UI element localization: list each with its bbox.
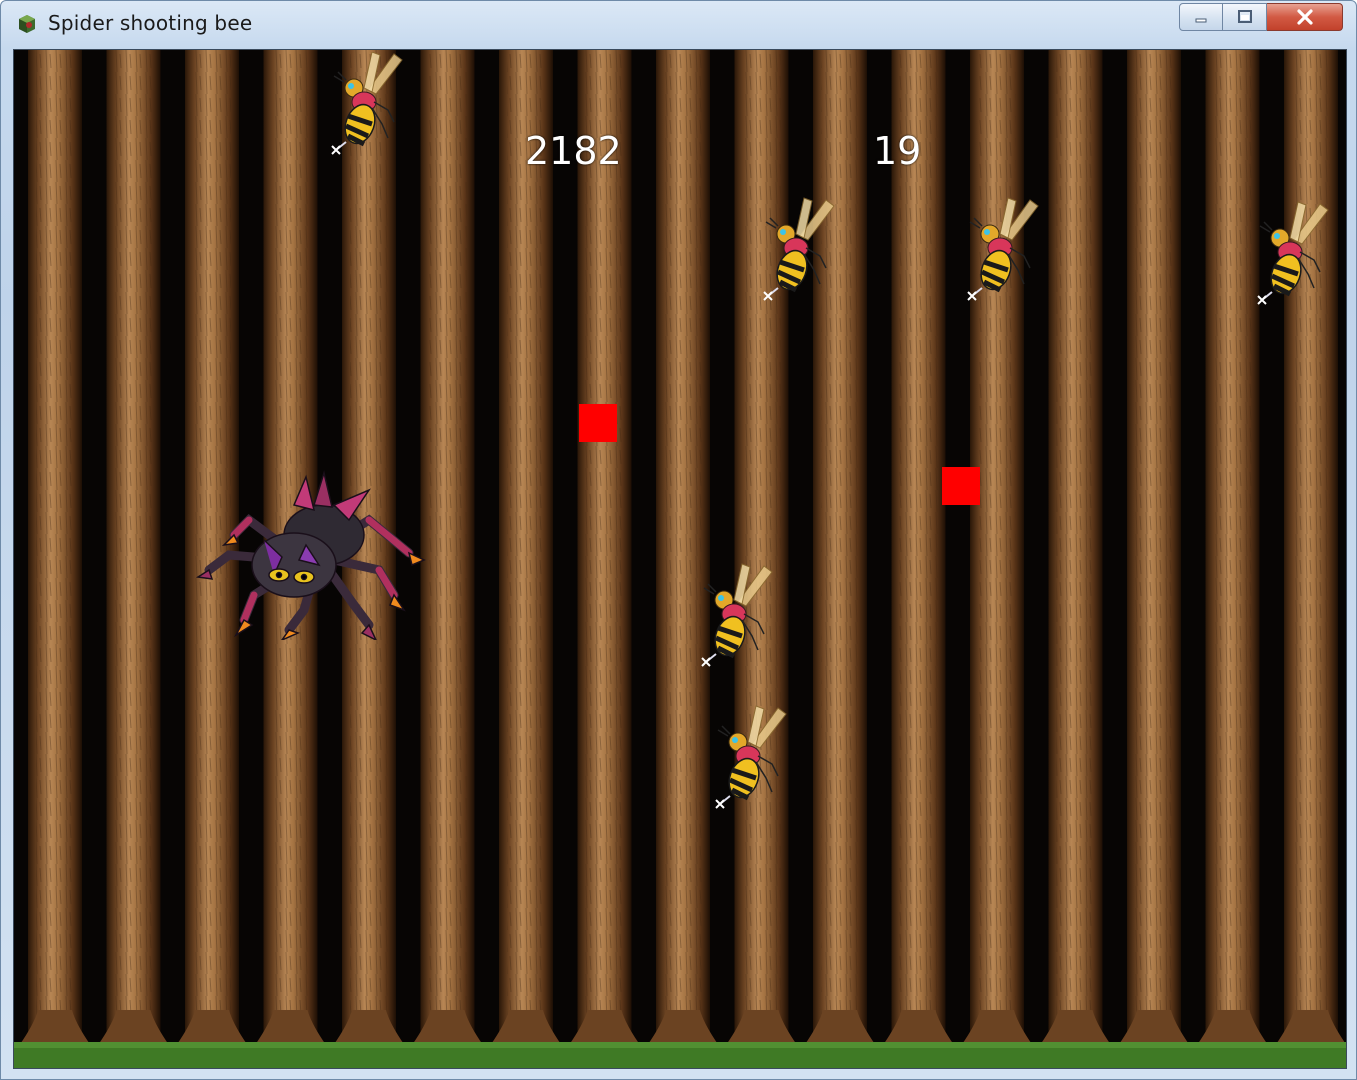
bee-enemy-sprite: [324, 52, 406, 156]
projectile-red-square: [942, 467, 980, 505]
tree-trunk-grain: [1213, 50, 1252, 1050]
close-icon: [1296, 9, 1313, 25]
minimize-icon: [1195, 18, 1207, 23]
tree-trunk-grain: [428, 50, 467, 1050]
tree-trunk-grain: [507, 50, 545, 1050]
maximize-icon: [1237, 10, 1252, 23]
tree-trunk-grain: [36, 50, 74, 1050]
window-title: Spider shooting bee: [48, 11, 253, 35]
tree-trunk-grain: [114, 50, 153, 1050]
bee-enemy-sprite: [960, 194, 1042, 306]
close-button[interactable]: [1267, 3, 1343, 31]
spider-player-sprite[interactable]: [194, 465, 426, 640]
maximize-button[interactable]: [1223, 3, 1267, 31]
bee-enemy-sprite: [708, 702, 790, 814]
minimize-button[interactable]: [1179, 3, 1223, 31]
tree-trunk-grain: [899, 50, 938, 1050]
tree-trunk-grain: [664, 50, 702, 1050]
projectile-red-square: [579, 404, 617, 442]
title-bar[interactable]: Spider shooting bee: [1, 1, 1356, 47]
bee-enemy-sprite: [694, 560, 776, 672]
caption-buttons: [1179, 3, 1345, 33]
game-app-icon: [19, 15, 35, 33]
game-canvas[interactable]: 2182 19: [13, 49, 1347, 1069]
score-display: 2182: [525, 129, 622, 173]
counter-display: 19: [873, 129, 922, 173]
tree-trunk-grain: [585, 50, 624, 1050]
bee-enemy-sprite: [1250, 198, 1332, 310]
game-window: Spider shooting bee 2182 19: [0, 0, 1357, 1080]
tree-trunk-grain: [1056, 50, 1095, 1050]
bee-enemy-sprite: [756, 194, 838, 306]
tree-trunk-grain: [1135, 50, 1173, 1050]
